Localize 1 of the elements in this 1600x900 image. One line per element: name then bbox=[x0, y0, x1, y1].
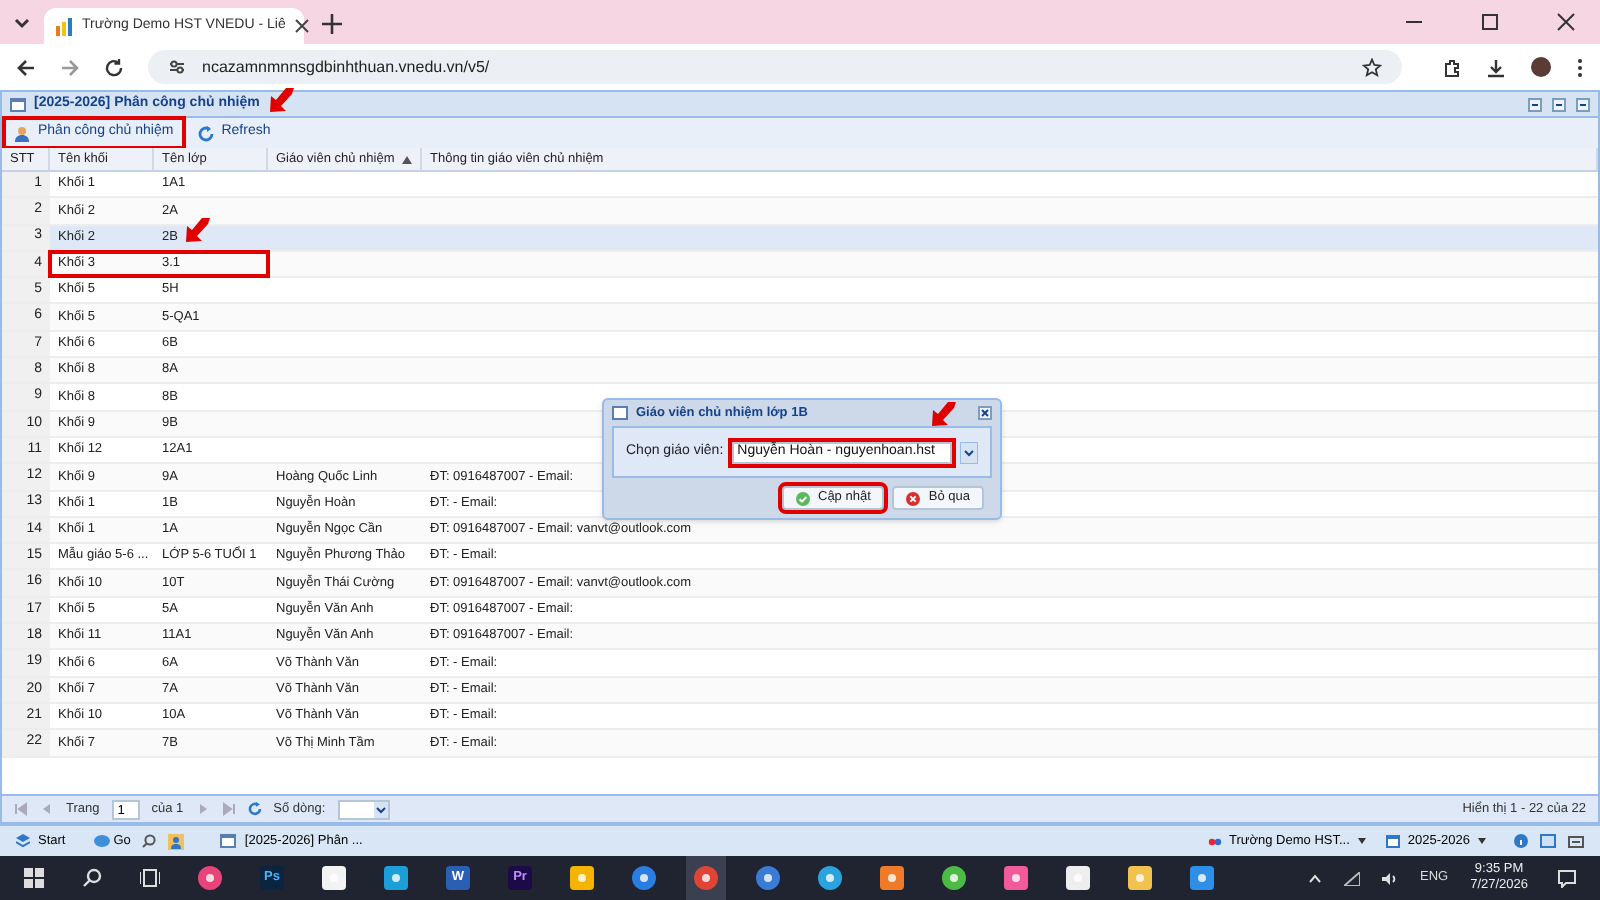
url-text: ncazamnmnnsgdbinhthuan.vnedu.vn/v5/ bbox=[202, 55, 492, 79]
